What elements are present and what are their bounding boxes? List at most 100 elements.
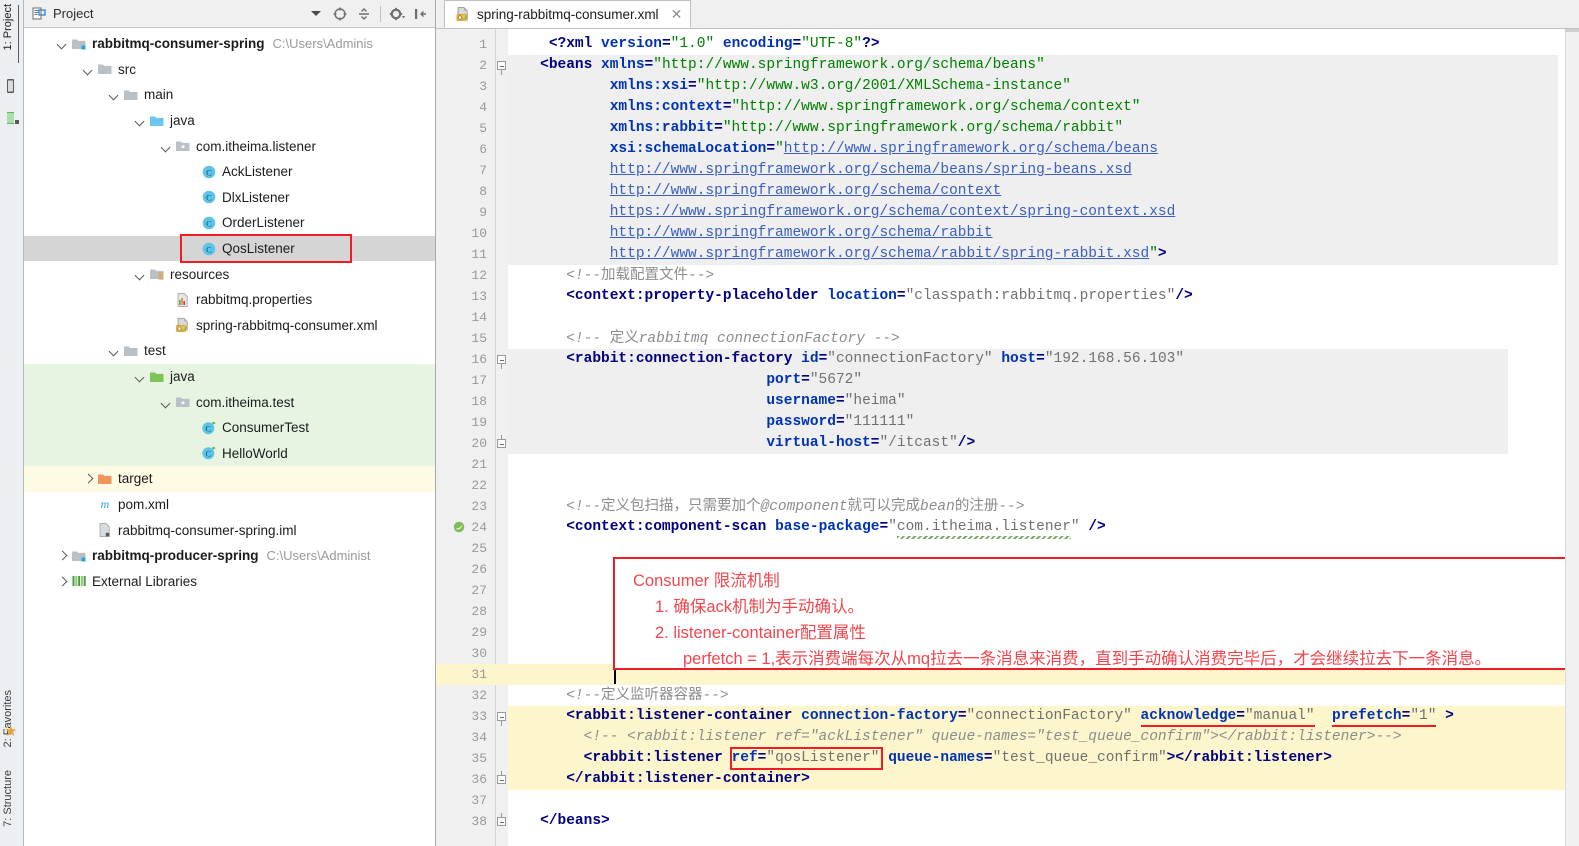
code-line-15[interactable]: <!-- 定义rabbitmq connectionFactory -->: [514, 328, 900, 349]
code-line-36[interactable]: </rabbit:listener-container>: [514, 769, 810, 790]
line-number: 26: [471, 562, 487, 577]
chevron-down-icon[interactable]: [134, 370, 147, 383]
code-line-38[interactable]: </beans>: [514, 811, 610, 832]
code-line-6[interactable]: xsi:schemaLocation="http://www.springfra…: [514, 139, 1158, 160]
code-line-8[interactable]: http://www.springframework.org/schema/co…: [514, 181, 1002, 202]
tree-row-helloworld[interactable]: C HelloWorld: [24, 440, 435, 467]
hide-panel-icon[interactable]: [413, 6, 429, 22]
code-line-34[interactable]: <!-- <rabbit:listener ref="ackListener" …: [514, 727, 1402, 748]
chevron-down-icon[interactable]: [160, 140, 173, 153]
editor-marker-scrollbar[interactable]: [1565, 29, 1579, 846]
tree-row-java[interactable]: java: [24, 108, 435, 134]
code-line-17[interactable]: port="5672": [514, 370, 862, 391]
code-token: "192.168.56.103": [1044, 351, 1185, 367]
chevron-right-icon[interactable]: [56, 549, 69, 562]
code-line-7[interactable]: http://www.springframework.org/schema/be…: [514, 160, 1132, 181]
code-line-12[interactable]: <!--加载配置文件-->: [514, 265, 714, 286]
project-tree[interactable]: rabbitmq-consumer-spring C:\Users\Adminis…: [24, 28, 435, 594]
tree-row-rabbitmq-properties[interactable]: rabbitmq.properties: [24, 287, 435, 313]
editor-tab-spring-rabbitmq-consumer-xml[interactable]: spring-rabbitmq-consumer.xml ✕: [444, 0, 692, 28]
code-line-33[interactable]: <rabbit:listener-container connection-fa…: [514, 706, 1454, 727]
tree-row-external-libraries[interactable]: External Libraries: [24, 568, 435, 594]
fold-open-marker[interactable]: [497, 712, 506, 721]
collapse-all-icon[interactable]: [356, 6, 372, 22]
tree-row-target[interactable]: target: [24, 466, 435, 492]
code-token: 定义监听器容器: [601, 687, 703, 703]
chevron-down-icon[interactable]: [82, 63, 95, 76]
tree-row-acklistener[interactable]: C AckListener: [24, 159, 435, 185]
tree-row-qoslistener[interactable]: C QosListener: [24, 235, 435, 262]
chevron-down-icon[interactable]: [311, 11, 321, 16]
chevron-down-icon[interactable]: [108, 344, 121, 357]
close-icon[interactable]: ✕: [671, 6, 683, 23]
code-line-23[interactable]: <!--定义包扫描，只需要加个@component就可以完成bean的注册-->: [514, 496, 1024, 517]
project-panel-header: Project: [24, 0, 435, 28]
code-token: <?: [548, 36, 567, 52]
fold-gutter[interactable]: [496, 29, 508, 846]
code-line-16[interactable]: <rabbit:connection-factory id="connectio…: [514, 349, 1184, 370]
tree-row-main[interactable]: main: [24, 82, 435, 108]
code-line-1[interactable]: <?xml version="1.0" encoding="UTF-8"?>: [514, 34, 880, 55]
code-token: =: [722, 99, 732, 115]
code-line-18[interactable]: username="heima": [514, 391, 905, 412]
code-line-13[interactable]: <context:property-placeholder location="…: [514, 286, 1193, 307]
code-line-3[interactable]: xmlns:xsi="http://www.w3.org/2001/XMLSch…: [514, 76, 1071, 97]
code-line-19[interactable]: password="111111": [514, 412, 914, 433]
annotation-item-1: 1. 确保ack机制为手动确认。: [655, 598, 865, 616]
chevron-down-icon[interactable]: [108, 88, 121, 101]
code-line-5[interactable]: xmlns:rabbit="http://www.springframework…: [514, 118, 1123, 139]
code-token: </: [514, 771, 584, 787]
code-line-2[interactable]: <beans xmlns="http://www.springframework…: [514, 55, 1045, 76]
code-text-area[interactable]: <?xml version="1.0" encoding="UTF-8"?> <…: [508, 29, 1579, 846]
tree-row-consumertest[interactable]: C ConsumerTest: [24, 414, 435, 441]
chevron-right-icon[interactable]: [82, 472, 95, 485]
code-line-4[interactable]: xmlns:context="http://www.springframewor…: [514, 97, 1141, 118]
tree-row-spring-rabbitmq-consumer-xml[interactable]: spring-rabbitmq-consumer.xml: [24, 313, 435, 339]
chevron-right-icon[interactable]: [56, 575, 69, 588]
code-token: queue-names: [888, 750, 984, 766]
locate-target-icon[interactable]: [332, 6, 348, 22]
tree-row-rabbitmq-consumer-spring-iml[interactable]: rabbitmq-consumer-spring.iml: [24, 517, 435, 543]
sidebar-tab-project[interactable]: 1: Project: [2, 4, 14, 50]
project-panel-title-group[interactable]: Project: [30, 3, 332, 25]
tree-row-pom-xml[interactable]: m pom.xml: [24, 492, 435, 518]
red-underline-acknowledge: [1140, 725, 1315, 727]
settings-gear-icon[interactable]: [389, 6, 405, 22]
code-line-10[interactable]: http://www.springframework.org/schema/ra…: [514, 223, 993, 244]
code-line-20[interactable]: virtual-host="/itcast"/>: [514, 433, 975, 454]
spring-bean-gutter-icon[interactable]: [452, 520, 466, 534]
code-line-11[interactable]: http://www.springframework.org/schema/ra…: [514, 244, 1167, 265]
tree-row-rabbitmq-producer-spring[interactable]: rabbitmq-producer-spring C:\Users\Adminis…: [24, 543, 435, 569]
fold-open-marker[interactable]: [497, 355, 506, 364]
tree-row-src[interactable]: src: [24, 57, 435, 83]
chevron-down-icon[interactable]: [134, 114, 147, 127]
chevron-down-icon[interactable]: [134, 268, 147, 281]
tree-row-java[interactable]: java: [24, 363, 435, 390]
chevron-down-icon[interactable]: [160, 396, 173, 409]
tree-row-rabbitmq-consumer-spring[interactable]: rabbitmq-consumer-spring C:\Users\Adminis: [24, 31, 435, 57]
resource-root-icon: [150, 269, 164, 280]
fold-close-marker[interactable]: [497, 775, 506, 784]
tree-row-test[interactable]: test: [24, 338, 435, 364]
fold-open-marker[interactable]: [497, 61, 506, 70]
line-number: 8: [479, 184, 487, 199]
code-line-35[interactable]: <rabbit:listener ref="qosListener" queue…: [514, 748, 1332, 769]
tree-row-resources[interactable]: resources: [24, 261, 435, 287]
fold-close-marker[interactable]: [497, 817, 506, 826]
chevron-down-icon[interactable]: [56, 37, 69, 50]
code-line-9[interactable]: https://www.springframework.org/schema/c…: [514, 202, 1176, 223]
code-line-24[interactable]: <context:component-scan base-package="co…: [514, 517, 1106, 538]
tree-row-com-itheima-listener[interactable]: com.itheima.listener: [24, 133, 435, 159]
code-line-32[interactable]: <!--定义监听器容器-->: [514, 685, 728, 706]
sidebar-tab-structure[interactable]: 7: Structure: [2, 770, 14, 827]
code-token: <!-- <rabbit:listener ref="ackListener" …: [514, 729, 1402, 745]
scrollbar-thumb[interactable]: [1565, 29, 1579, 32]
tree-row-dlxlistener[interactable]: C DlxListener: [24, 185, 435, 211]
line-number: 5: [479, 121, 487, 136]
fold-close-marker[interactable]: [497, 439, 506, 448]
tree-row-orderlistener[interactable]: C OrderListener: [24, 210, 435, 236]
code-token: "connectionFactory": [827, 351, 993, 367]
tree-row-com-itheima-test[interactable]: com.itheima.test: [24, 389, 435, 415]
libraries-icon: [72, 576, 86, 587]
